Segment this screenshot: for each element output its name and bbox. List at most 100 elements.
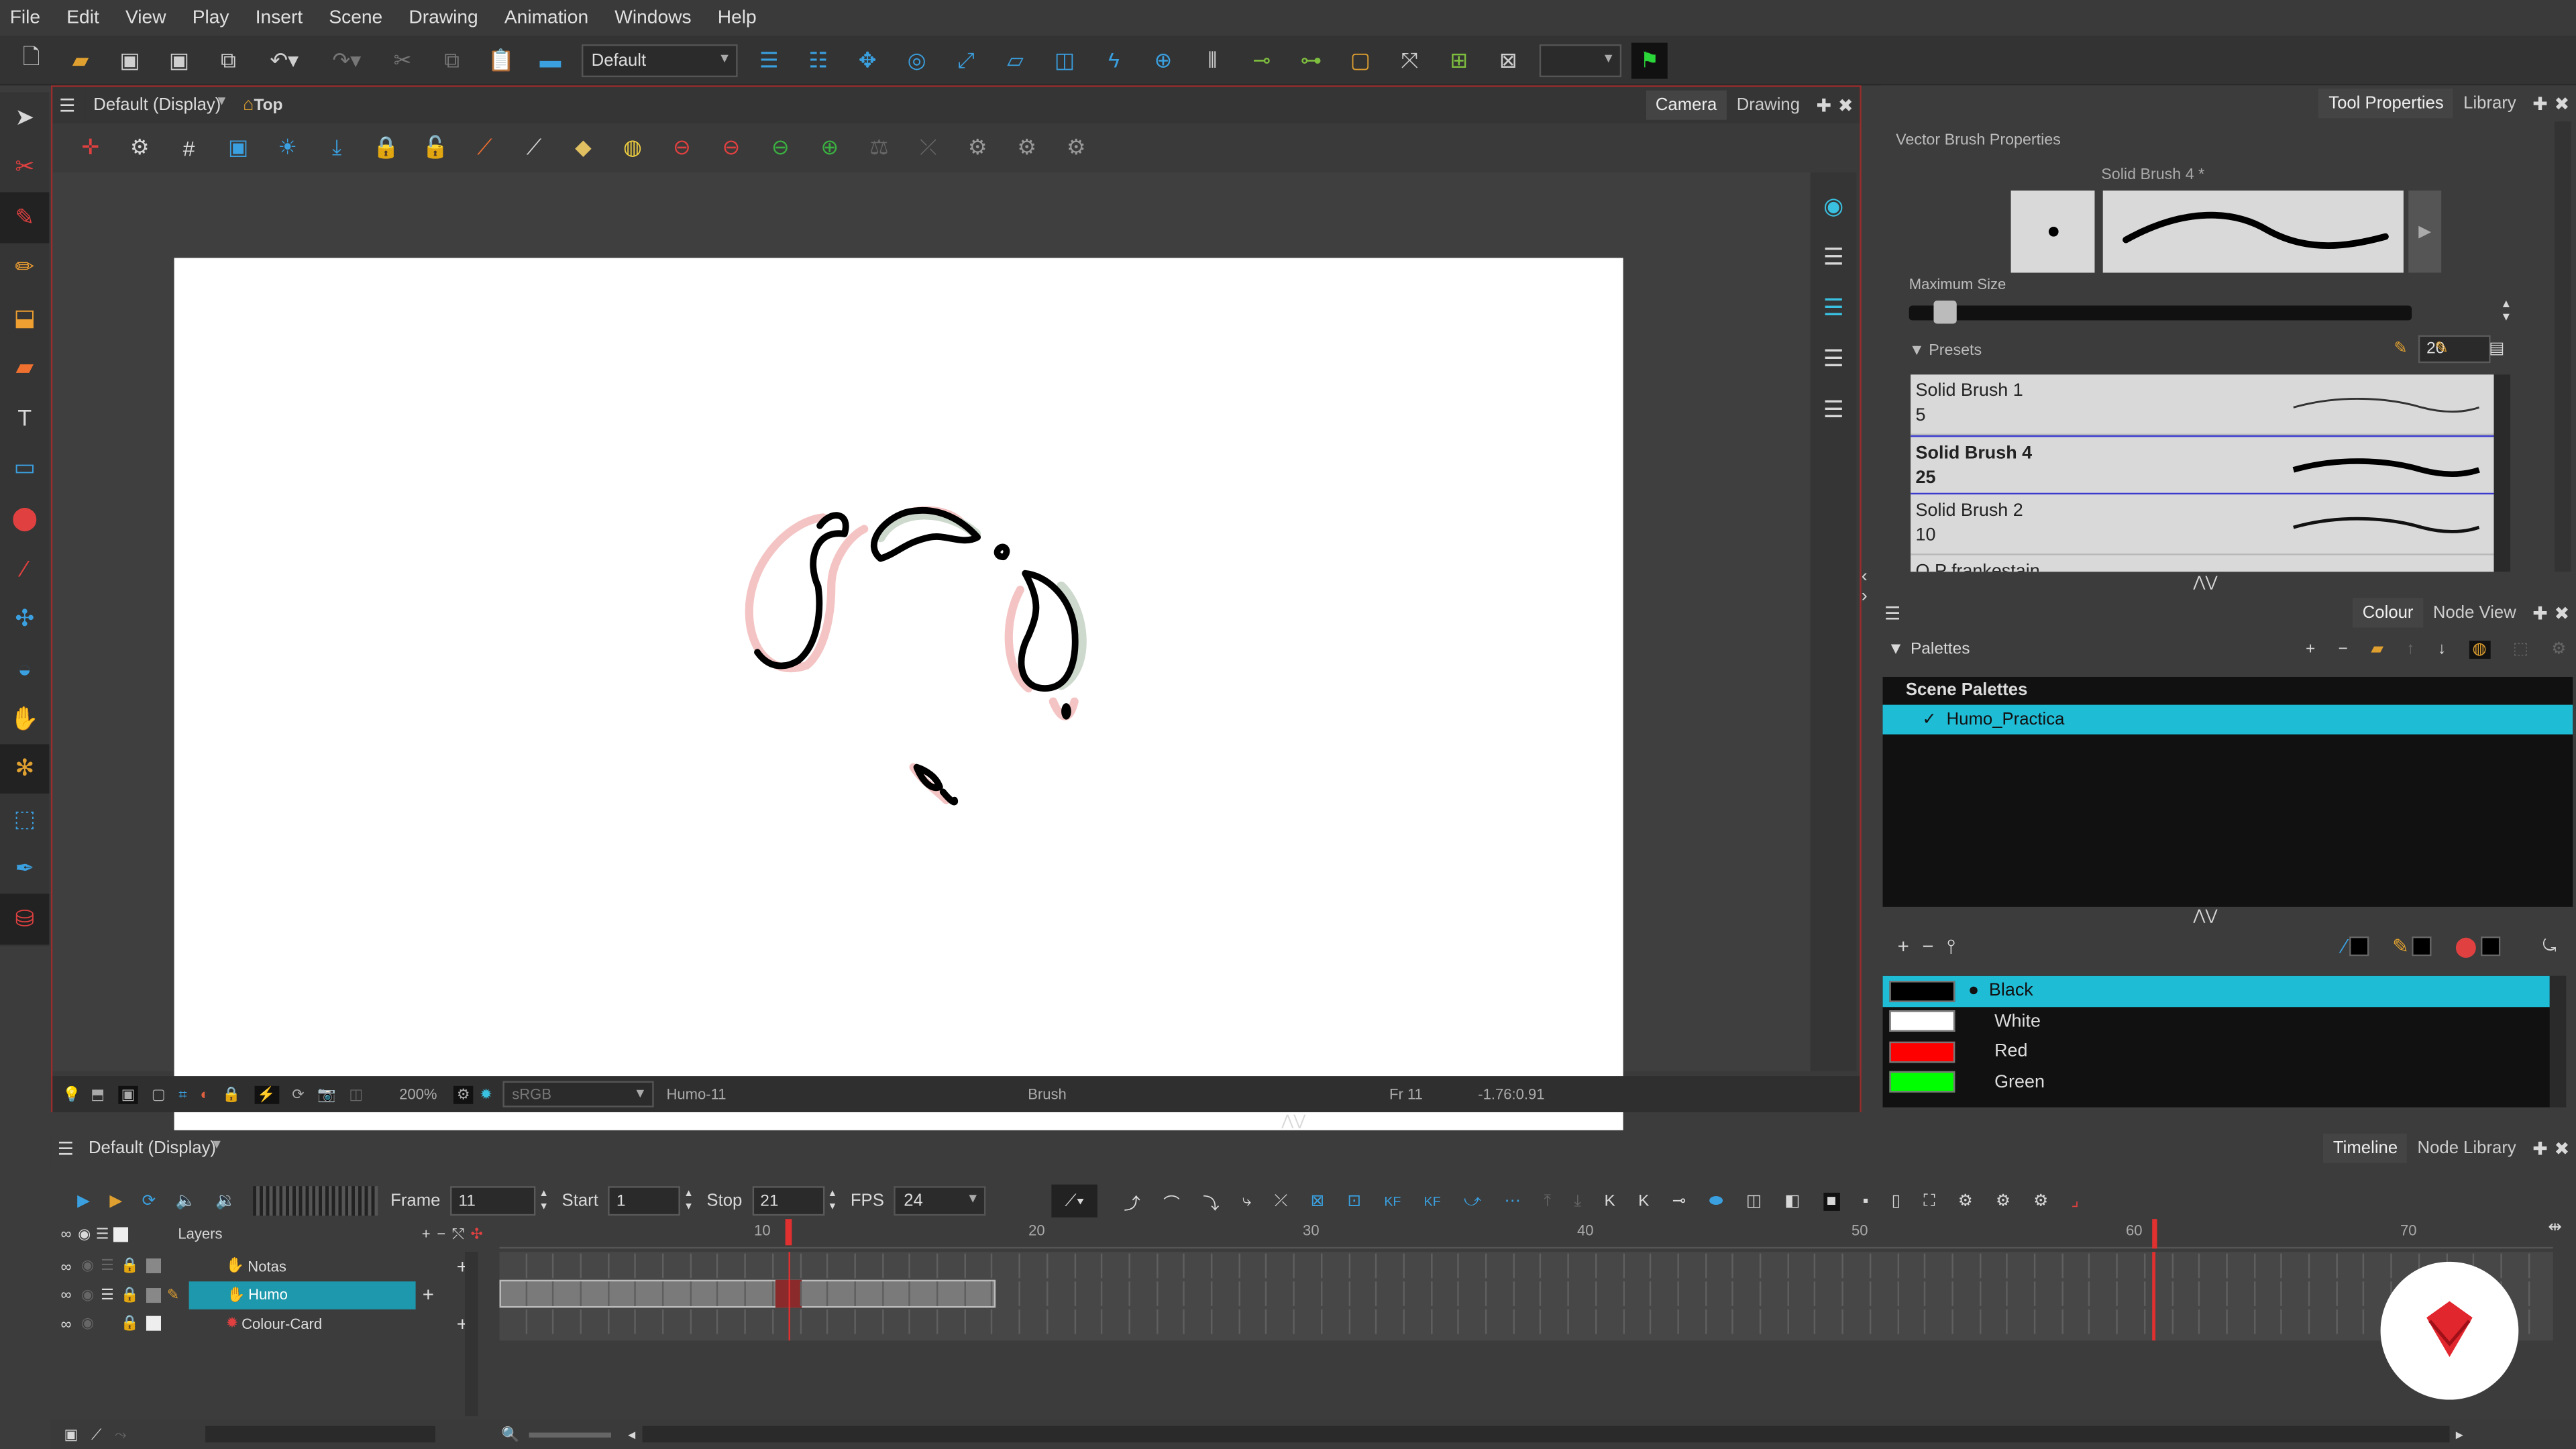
- scroll-left-icon[interactable]: ◂: [628, 1426, 635, 1444]
- colorspace-select[interactable]: sRGB ▼: [502, 1081, 653, 1108]
- frame-cell[interactable]: [2200, 1309, 2228, 1334]
- playback-speed-slider[interactable]: [252, 1186, 378, 1216]
- panel-menu-icon[interactable]: ☰: [58, 1138, 74, 1159]
- frame-cell[interactable]: [1624, 1309, 1652, 1334]
- lock-all-icon[interactable]: 🔓: [417, 129, 453, 166]
- frame-cell[interactable]: [1432, 1309, 1460, 1334]
- frame-cell[interactable]: [1185, 1309, 1213, 1334]
- frame-cell[interactable]: [1844, 1309, 1871, 1334]
- frame-cell[interactable]: [1240, 1281, 1268, 1306]
- paint-colour-icon[interactable]: ⬤: [2455, 934, 2477, 957]
- tl-settings-1-icon[interactable]: ⚙: [1958, 1192, 1973, 1210]
- tab-node-library[interactable]: Node Library: [2408, 1134, 2526, 1163]
- onion-skin-tl-icon[interactable]: ⬬: [1709, 1192, 1723, 1210]
- frame-cell[interactable]: [1871, 1309, 1898, 1334]
- frame-cell[interactable]: [966, 1281, 994, 1306]
- frame-cell[interactable]: [1240, 1253, 1268, 1279]
- rotate-icon[interactable]: ◎: [899, 42, 935, 78]
- menu-windows[interactable]: Windows: [614, 8, 691, 28]
- add-layer-icon[interactable]: +: [422, 1226, 431, 1242]
- layer-toggle-icon[interactable]: ∞: [61, 1287, 72, 1303]
- workspace-save-icon[interactable]: ☰: [751, 42, 787, 78]
- onion-curr-icon[interactable]: ⊖: [713, 129, 749, 166]
- frame-cell[interactable]: [1679, 1281, 1707, 1306]
- layers-eye-icon[interactable]: ◉: [78, 1225, 91, 1243]
- shade-icon[interactable]: ◆: [565, 129, 601, 166]
- frame-cell[interactable]: [2338, 1309, 2365, 1334]
- layer-swatch-icon[interactable]: [145, 1287, 160, 1303]
- frame-cell[interactable]: [499, 1309, 527, 1334]
- frame-cell[interactable]: [609, 1281, 637, 1306]
- list-item-selected[interactable]: Solid Brush 4 25: [1911, 434, 2494, 495]
- frame-cell[interactable]: [2008, 1281, 2036, 1306]
- frame-cell[interactable]: [664, 1309, 692, 1334]
- frame-cell[interactable]: [1213, 1281, 1240, 1306]
- menu-play[interactable]: Play: [193, 8, 229, 28]
- move-up-icon[interactable]: ↑: [2406, 640, 2414, 658]
- frame-cell[interactable]: [1158, 1253, 1185, 1279]
- menu-drawing[interactable]: Drawing: [409, 8, 478, 28]
- frame-cell[interactable]: [609, 1309, 637, 1334]
- start-field[interactable]: 1: [608, 1186, 681, 1216]
- skew-icon[interactable]: ▱: [998, 42, 1034, 78]
- frame-cell[interactable]: [2091, 1253, 2118, 1279]
- workspace-select[interactable]: Default ▼: [581, 43, 738, 76]
- tab-drawing[interactable]: Drawing: [1727, 91, 1810, 120]
- frame-ruler[interactable]: 10 20 30 40 50 60 70: [499, 1219, 2553, 1249]
- frame-cell[interactable]: [828, 1309, 856, 1334]
- frame-cell[interactable]: [1268, 1309, 1295, 1334]
- fps-select[interactable]: 24 ▼: [894, 1186, 986, 1216]
- frame-cell[interactable]: [856, 1253, 883, 1279]
- tl-settings-3-icon[interactable]: ⚙: [2033, 1192, 2048, 1210]
- frame-cell[interactable]: [2118, 1309, 2145, 1334]
- start-spinner-icon[interactable]: ▲ ▼: [684, 1188, 694, 1214]
- add-icon[interactable]: +: [423, 1283, 434, 1306]
- tl-extra-10-icon[interactable]: ▯: [1892, 1192, 1901, 1210]
- layer-eye-icon[interactable]: ◉: [81, 1257, 94, 1275]
- layers-light-icon[interactable]: ☰: [1823, 294, 1844, 322]
- sound-scrub-icon[interactable]: 🔉: [215, 1192, 235, 1210]
- remove-colour-icon[interactable]: −: [1922, 934, 1933, 957]
- frame-cell[interactable]: [2283, 1281, 2310, 1306]
- frame-cell[interactable]: [1322, 1281, 1350, 1306]
- brush-dot-preview[interactable]: [2010, 191, 2095, 273]
- menu-file[interactable]: File: [10, 8, 40, 28]
- stamp-tool-icon[interactable]: ⬓: [0, 292, 49, 343]
- footer-icon-1[interactable]: ▣: [64, 1426, 78, 1444]
- frame-cell[interactable]: [1542, 1253, 1570, 1279]
- max-size-slider[interactable]: [1909, 301, 2412, 324]
- frame-cell[interactable]: [1075, 1309, 1103, 1334]
- frame-cell[interactable]: [801, 1281, 828, 1306]
- frame-cell[interactable]: [801, 1253, 828, 1279]
- frame-cell[interactable]: [1103, 1309, 1130, 1334]
- frame-cell[interactable]: [1268, 1253, 1295, 1279]
- frame-cell[interactable]: [1103, 1253, 1130, 1279]
- frame-cell[interactable]: [719, 1309, 747, 1334]
- game-bundle-icon[interactable]: ⚑: [1631, 42, 1668, 78]
- frame-cell[interactable]: [2228, 1309, 2255, 1334]
- frame-cell[interactable]: [2173, 1281, 2200, 1306]
- add-palette-icon[interactable]: +: [2306, 640, 2315, 658]
- colour-row-green[interactable]: Green: [1883, 1067, 2550, 1097]
- frame-cell[interactable]: [1405, 1253, 1432, 1279]
- redo-icon[interactable]: ↷▾: [322, 42, 371, 78]
- stack-icon[interactable]: ⬒: [91, 1085, 105, 1104]
- tl-extra-7-icon[interactable]: ◧: [1784, 1192, 1800, 1210]
- new-icon[interactable]: 🗋: [13, 42, 50, 78]
- frame-cell[interactable]: [1130, 1253, 1158, 1279]
- frame-cell[interactable]: [1898, 1253, 1926, 1279]
- frame-cell[interactable]: [2228, 1253, 2255, 1279]
- close-panel-icon[interactable]: ✖: [2555, 93, 2570, 114]
- frame-cell[interactable]: [1295, 1253, 1322, 1279]
- preview-icon[interactable]: ◫: [349, 1085, 363, 1104]
- frame-cell[interactable]: [1048, 1309, 1075, 1334]
- morph-icon[interactable]: ⤫: [910, 129, 947, 166]
- frame-field[interactable]: 11: [450, 1186, 536, 1216]
- frame-cell[interactable]: [1953, 1309, 1981, 1334]
- frame-cell[interactable]: [747, 1281, 773, 1306]
- rename-preset-icon[interactable]: ✎: [2434, 340, 2449, 358]
- camera-mask-icon[interactable]: ▢: [152, 1085, 166, 1104]
- palette-extra2-icon[interactable]: ⚙: [2551, 640, 2566, 658]
- layer-colour-icon[interactable]: ✣: [471, 1225, 483, 1243]
- stop-marker[interactable]: [2152, 1219, 2157, 1249]
